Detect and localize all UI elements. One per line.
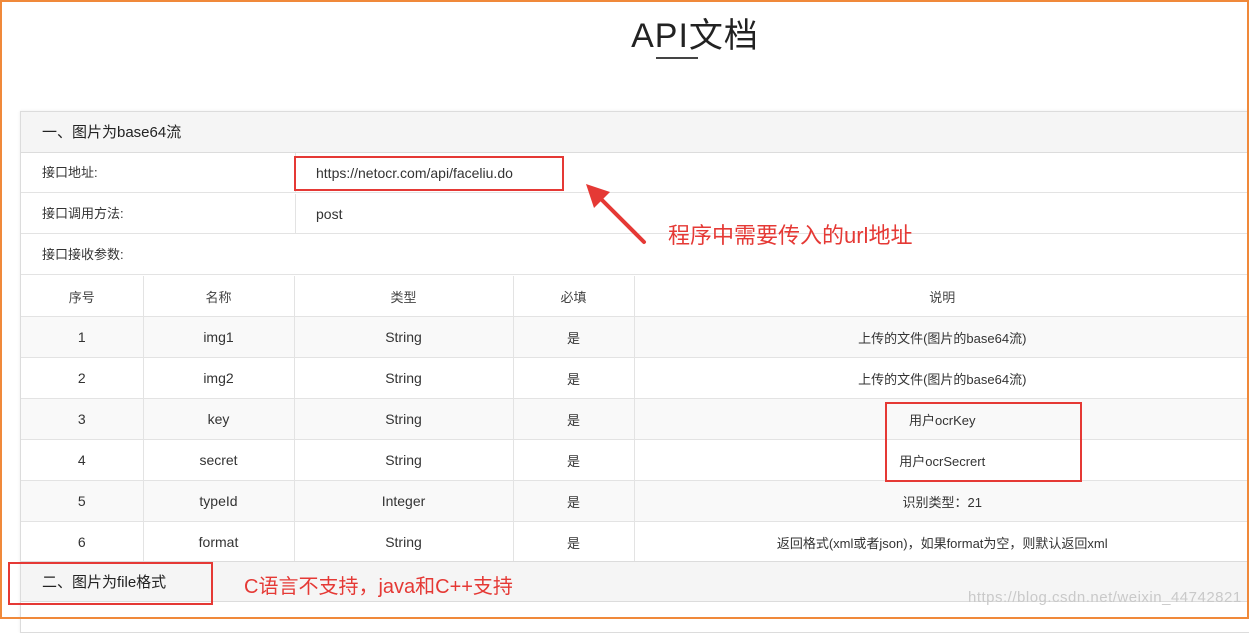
url-annotation: 程序中需要传入的url地址 xyxy=(668,223,913,248)
cell-description: 识别类型：21 xyxy=(634,480,1249,522)
watermark: https://blog.csdn.net/weixin_44742821 xyxy=(968,589,1242,606)
cell-type: Integer xyxy=(294,480,514,522)
credentials-highlight-box xyxy=(885,402,1082,482)
language-annotation: C语言不支持，java和C++支持 xyxy=(244,576,513,598)
cell-name: secret xyxy=(143,439,295,481)
endpoint-label: 接口地址: xyxy=(42,165,98,180)
cell-type: String xyxy=(294,398,514,440)
table-row: 6 format String 是 返回格式(xml或者json)，如果form… xyxy=(21,521,1249,563)
col-header-type: 类型 xyxy=(294,276,514,317)
cell-index: 4 xyxy=(21,439,144,481)
cell-name: img2 xyxy=(143,357,295,399)
cutoff-row-hint: ▂▂▂▂▂▂▂ xyxy=(40,607,116,619)
table-row: 5 typeId Integer 是 识别类型：21 xyxy=(21,480,1249,522)
col-header-required: 必填 xyxy=(513,276,635,317)
method-value: post xyxy=(295,194,342,234)
col-header-index: 序号 xyxy=(21,276,144,317)
cell-required: 是 xyxy=(513,398,635,440)
cell-required: 是 xyxy=(513,316,635,358)
cell-required: 是 xyxy=(513,521,635,563)
cell-description: 返回格式(xml或者json)，如果format为空，则默认返回xml xyxy=(634,521,1249,563)
arrow-icon xyxy=(586,184,646,244)
url-highlight-box xyxy=(294,156,564,191)
cell-name: key xyxy=(143,398,295,440)
cell-index: 6 xyxy=(21,521,144,563)
cell-description: 上传的文件(图片的base64流) xyxy=(634,357,1249,399)
table-row: 2 img2 String 是 上传的文件(图片的base64流) xyxy=(21,357,1249,399)
section1-heading: 一、图片为base64流 xyxy=(21,112,1249,153)
cell-required: 是 xyxy=(513,439,635,481)
cell-index: 5 xyxy=(21,480,144,522)
cell-index: 3 xyxy=(21,398,144,440)
cell-required: 是 xyxy=(513,357,635,399)
cell-type: String xyxy=(294,439,514,481)
cell-type: String xyxy=(294,316,514,358)
title-underline xyxy=(656,57,698,59)
cell-index: 2 xyxy=(21,357,144,399)
params-label: 接口接收参数: xyxy=(42,247,124,262)
method-label: 接口调用方法: xyxy=(42,206,124,221)
cell-description: 上传的文件(图片的base64流) xyxy=(634,316,1249,358)
table-header-row: 序号 名称 类型 必填 说明 xyxy=(21,276,1249,317)
cell-name: img1 xyxy=(143,316,295,358)
cell-index: 1 xyxy=(21,316,144,358)
col-header-description: 说明 xyxy=(634,276,1249,317)
cell-required: 是 xyxy=(513,480,635,522)
page-title: API文档 xyxy=(631,17,759,55)
file-section-highlight-box xyxy=(8,562,213,605)
cell-name: format xyxy=(143,521,295,563)
cell-name: typeId xyxy=(143,480,295,522)
col-header-name: 名称 xyxy=(143,276,295,317)
cell-type: String xyxy=(294,357,514,399)
cell-type: String xyxy=(294,521,514,563)
table-row: 1 img1 String 是 上传的文件(图片的base64流) xyxy=(21,316,1249,358)
